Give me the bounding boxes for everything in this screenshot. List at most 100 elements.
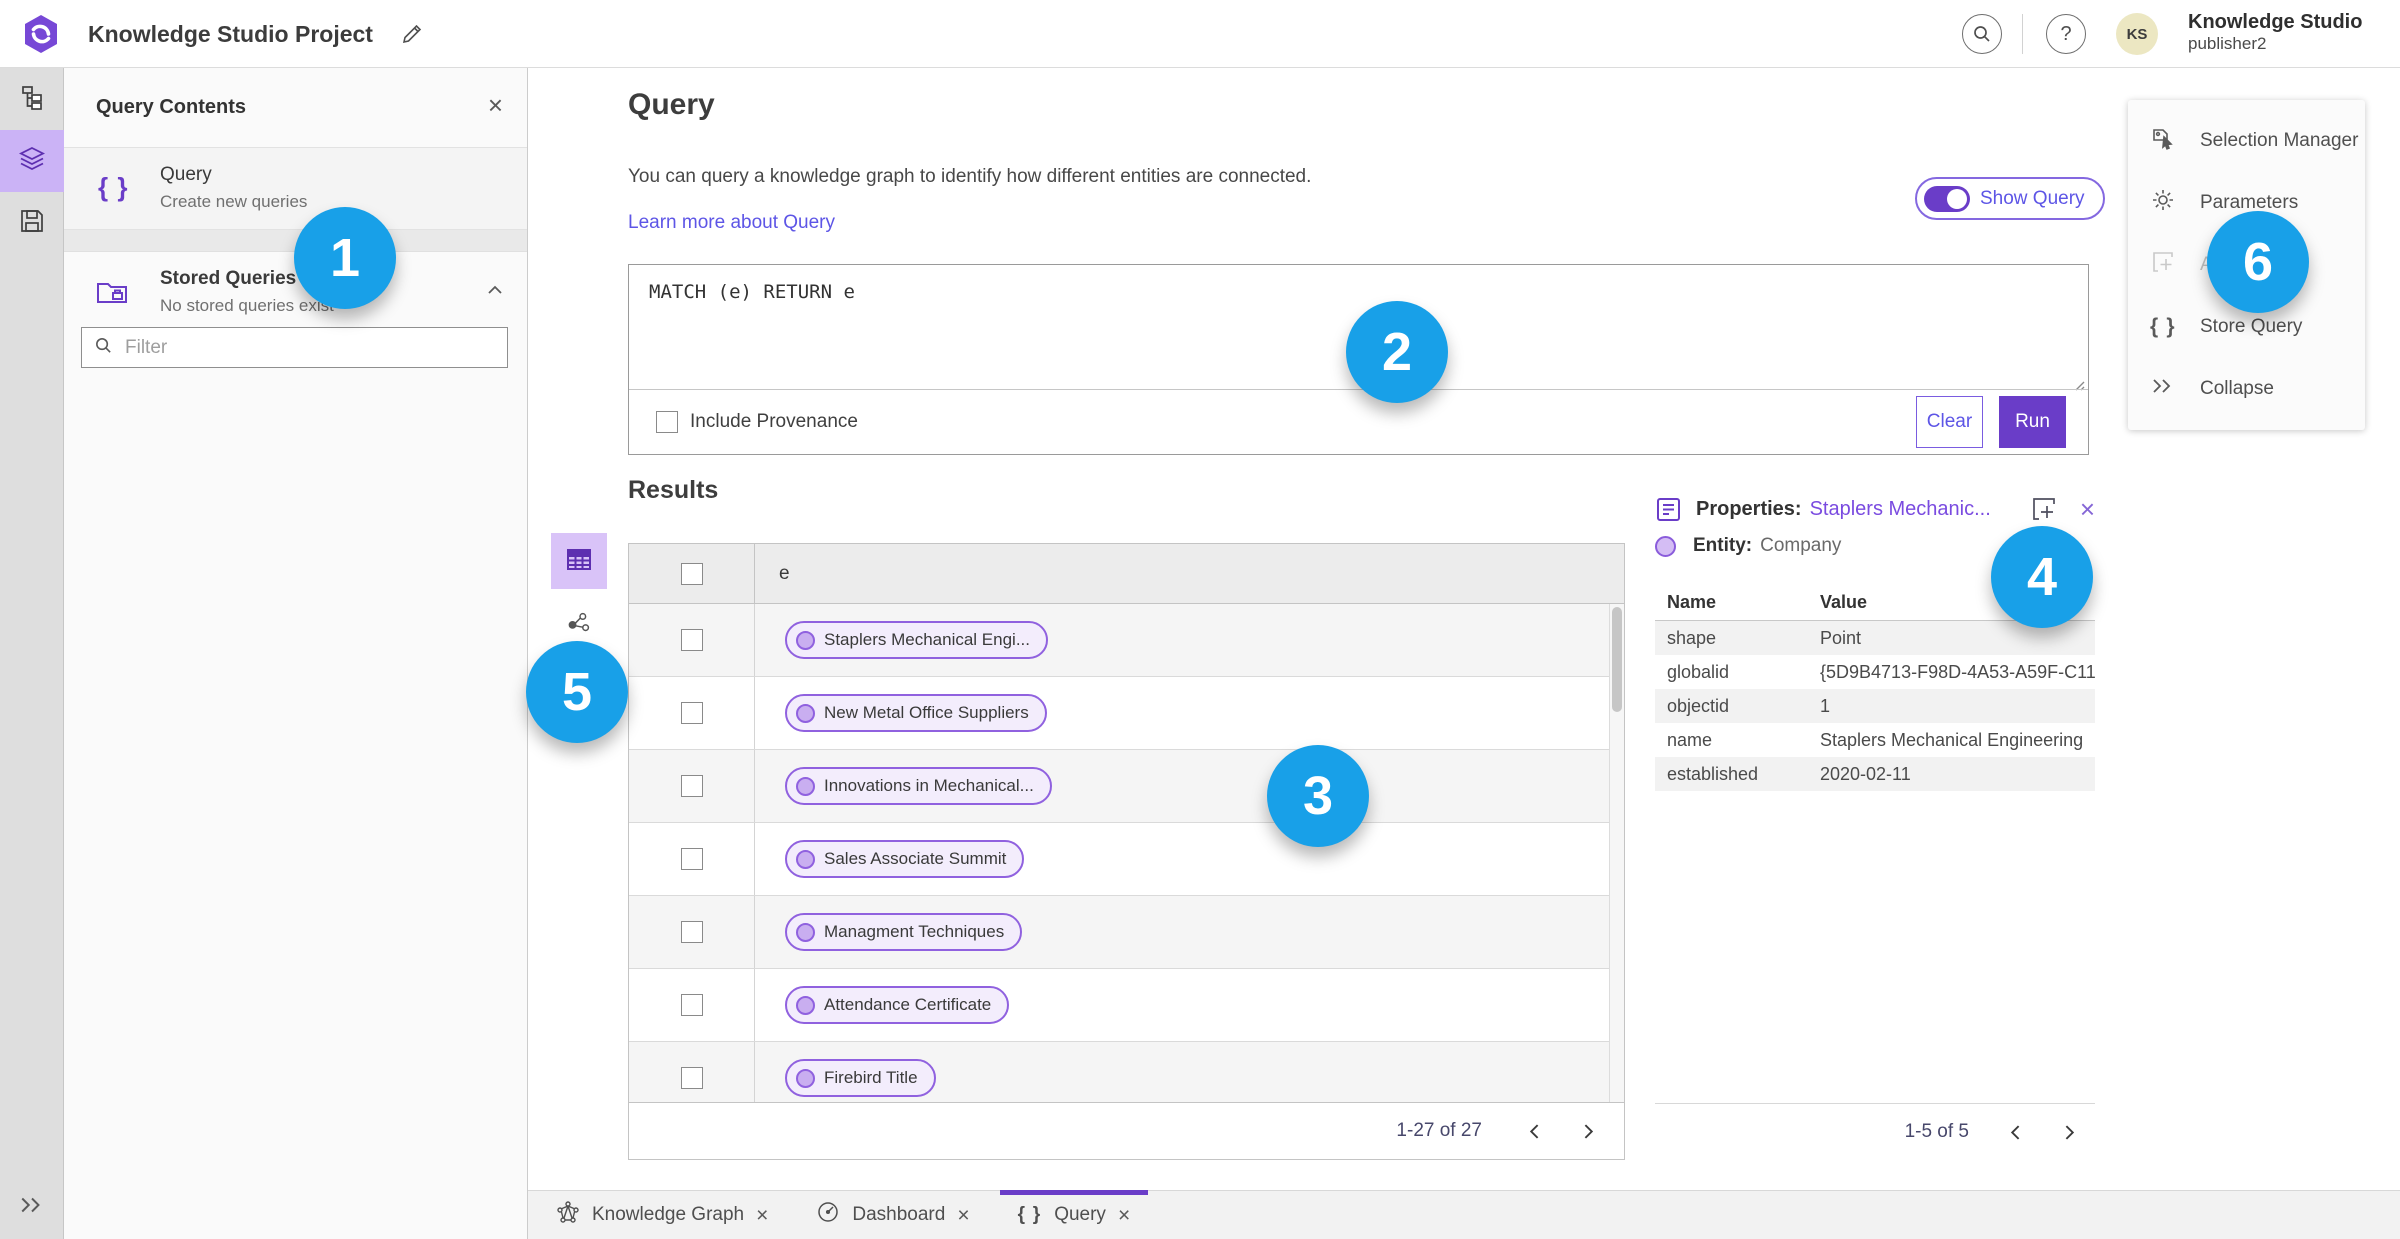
account-username: publisher2 (2188, 34, 2267, 53)
tab-query[interactable]: { } Query × (999, 1190, 1149, 1239)
entity-pill-label: Attendance Certificate (824, 995, 992, 1014)
results-title: Results (628, 476, 719, 504)
braces-icon: { } (98, 172, 130, 202)
column-header-e: e (779, 562, 790, 584)
menu-item-label: Collapse (2200, 378, 2274, 399)
query-item-title: Query (160, 164, 212, 185)
row-checkbox[interactable] (680, 994, 703, 1016)
properties-entity-link[interactable]: Staplers Mechanic... (1810, 498, 1991, 521)
expand-rail-button[interactable] (0, 1189, 64, 1225)
entity-dot-icon (796, 630, 815, 650)
row-checkbox[interactable] (680, 702, 703, 724)
row-checkbox[interactable] (680, 1067, 703, 1089)
search-button[interactable] (1962, 14, 2002, 54)
save-icon (18, 207, 46, 240)
properties-previous-page-button[interactable] (1999, 1115, 2033, 1149)
property-row: objectid 1 (1655, 689, 2095, 723)
entity-pill[interactable]: Firebird Title (785, 1059, 936, 1097)
tab-dashboard[interactable]: Dashboard × (798, 1191, 987, 1239)
property-value: 1 (1820, 695, 1831, 716)
properties-doc-icon (1655, 496, 1682, 523)
property-name: globalid (1667, 661, 1730, 682)
app-header: Knowledge Studio Project ? KS Knowledge … (0, 0, 2400, 68)
sidebar-item-query[interactable]: { } Query Create new queries (64, 148, 527, 230)
property-value: 2020-02-11 (1820, 763, 1911, 784)
table-view-button[interactable] (551, 533, 607, 589)
knowledge-graph-icon (556, 1200, 580, 1230)
property-name: objectid (1667, 695, 1730, 716)
menu-item-selection-manager[interactable]: Selection Manager (2128, 110, 2365, 172)
query-item-subtitle: Create new queries (160, 192, 308, 211)
show-query-toggle[interactable]: Show Query (1915, 177, 2105, 220)
results-table: e Staplers Mechanical Engi... New Metal … (628, 543, 1625, 1160)
clear-button[interactable]: Clear (1916, 396, 1983, 448)
tab-label: Dashboard (852, 1204, 946, 1225)
table-row: Managment Techniques (629, 896, 1624, 969)
avatar[interactable]: KS (2116, 13, 2158, 55)
table-icon (564, 544, 594, 579)
show-query-label: Show Query (1980, 187, 2085, 209)
menu-item-collapse[interactable]: Collapse (2128, 358, 2365, 420)
left-icon-rail (0, 68, 64, 1239)
edit-title-icon[interactable] (400, 22, 424, 46)
previous-page-button[interactable] (1518, 1114, 1552, 1148)
dashboard-gauge-icon (816, 1200, 840, 1230)
hierarchy-icon (18, 83, 46, 116)
add-to-new-icon (2150, 249, 2176, 281)
close-tab-icon[interactable]: × (1118, 1205, 1130, 1226)
row-checkbox[interactable] (680, 775, 703, 797)
add-to-new-icon[interactable] (2030, 495, 2058, 523)
entity-pill[interactable]: Innovations in Mechanical... (785, 767, 1052, 805)
select-all-checkbox[interactable] (680, 562, 703, 585)
chevron-up-icon[interactable] (485, 280, 505, 300)
app-logo-icon (20, 13, 62, 55)
row-checkbox[interactable] (680, 921, 703, 943)
property-value: Point (1820, 627, 1862, 648)
entity-pill[interactable]: New Metal Office Suppliers (785, 694, 1047, 732)
stored-queries-folder-icon (94, 274, 130, 310)
help-button[interactable]: ? (2046, 14, 2086, 54)
rail-item-data-model[interactable] (0, 68, 64, 130)
run-button[interactable]: Run (1999, 396, 2066, 448)
close-tab-icon[interactable]: × (756, 1205, 768, 1226)
entity-pill[interactable]: Managment Techniques (785, 913, 1023, 951)
stored-queries-subtitle: No stored queries exist (160, 296, 334, 315)
entity-pill[interactable]: Sales Associate Summit (785, 840, 1025, 878)
panel-title: Query Contents (96, 96, 247, 118)
rail-item-contents[interactable] (0, 130, 64, 192)
entity-pill-label: Sales Associate Summit (824, 849, 1007, 868)
rail-item-save[interactable] (0, 192, 64, 254)
include-provenance-checkbox[interactable] (656, 411, 678, 433)
property-value: Staplers Mechanical Engineering (1820, 729, 2084, 750)
close-panel-icon[interactable]: × (488, 92, 503, 118)
filter-input[interactable] (125, 336, 495, 359)
selection-manager-icon (2150, 125, 2176, 157)
stored-queries-title: Stored Queries (160, 268, 297, 289)
close-tab-icon[interactable]: × (957, 1205, 969, 1226)
scrollbar-thumb[interactable] (1612, 607, 1622, 712)
learn-more-link[interactable]: Learn more about Query (628, 212, 835, 234)
annotation-circle-1: 1 (294, 207, 396, 309)
entity-pill[interactable]: Attendance Certificate (785, 986, 1010, 1024)
col-name-header: Name (1667, 592, 1717, 612)
tab-knowledge-graph[interactable]: Knowledge Graph × (538, 1191, 786, 1239)
menu-item-label: Store Query (2200, 316, 2303, 337)
account-menu[interactable]: Knowledge Studio publisher2 (2188, 10, 2362, 54)
table-row: Firebird Title (629, 1042, 1624, 1102)
row-checkbox[interactable] (680, 848, 703, 870)
entity-pill[interactable]: Staplers Mechanical Engi... (785, 621, 1048, 659)
query-footer: Include Provenance Clear Run (629, 389, 2088, 454)
entity-pill-label: New Metal Office Suppliers (824, 703, 1029, 722)
row-checkbox[interactable] (680, 629, 703, 651)
tab-label: Query (1054, 1204, 1106, 1225)
annotation-circle-4: 4 (1991, 526, 2093, 628)
properties-next-page-button[interactable] (2051, 1115, 2085, 1149)
header-divider (2022, 14, 2023, 54)
entity-dot-icon (796, 849, 815, 869)
menu-item-label: Selection Manager (2200, 130, 2359, 151)
entity-value: Company (1760, 535, 1842, 556)
entity-pill-label: Innovations in Mechanical... (824, 776, 1034, 795)
next-page-button[interactable] (1570, 1114, 1604, 1148)
table-row: New Metal Office Suppliers (629, 677, 1624, 750)
close-properties-icon[interactable]: × (2080, 496, 2095, 522)
